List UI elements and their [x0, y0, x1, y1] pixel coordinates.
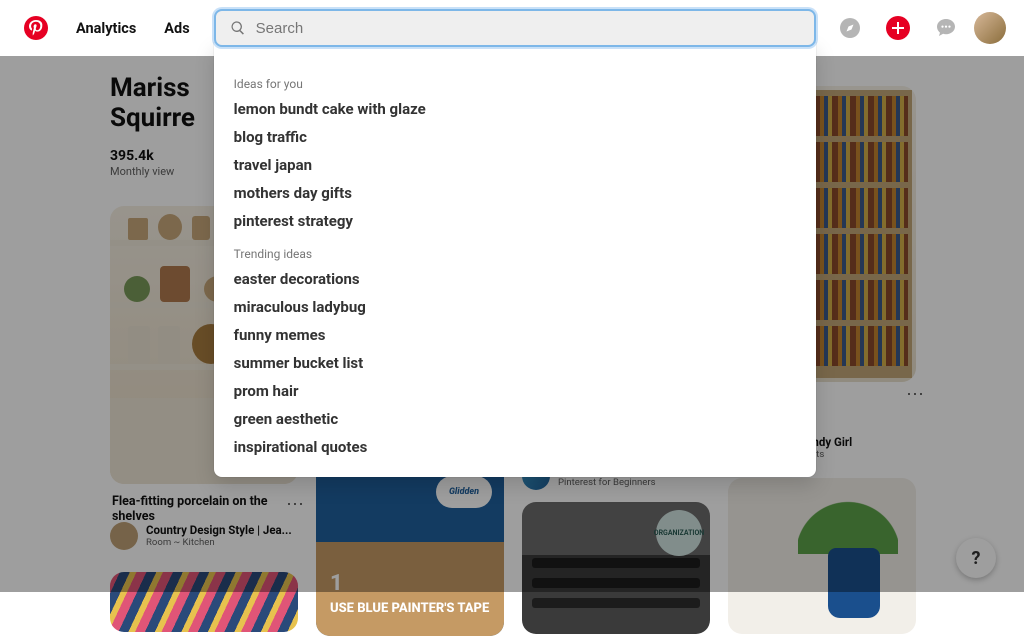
taping-tip: USE BLUE PAINTER'S TAPE [330, 601, 489, 616]
suggestions-heading-trending: Trending ideas [214, 243, 816, 265]
suggestions-heading-ideas: Ideas for you [214, 73, 816, 95]
search-input[interactable] [256, 20, 800, 37]
suggestion-item[interactable]: blog traffic [214, 123, 816, 151]
suggestion-item[interactable]: pinterest strategy [214, 207, 816, 235]
chat-icon[interactable] [926, 8, 966, 48]
compass-icon[interactable] [830, 8, 870, 48]
search-icon [230, 20, 246, 36]
suggestion-item[interactable]: miraculous ladybug [214, 293, 816, 321]
pinterest-logo-icon[interactable] [24, 16, 48, 40]
suggestion-item[interactable]: green aesthetic [214, 405, 816, 433]
add-icon[interactable] [878, 8, 918, 48]
suggestion-item[interactable]: funny memes [214, 321, 816, 349]
nav-analytics[interactable]: Analytics [66, 20, 146, 37]
suggestion-item[interactable]: prom hair [214, 377, 816, 405]
suggestion-item[interactable]: inspirational quotes [214, 433, 816, 461]
search-wrap: Ideas for you lemon bundt cake with glaz… [214, 9, 816, 47]
search-field[interactable] [214, 9, 816, 47]
suggestion-item[interactable]: mothers day gifts [214, 179, 816, 207]
suggestion-item[interactable]: summer bucket list [214, 349, 816, 377]
suggestion-item[interactable]: lemon bundt cake with glaze [214, 95, 816, 123]
suggestion-item[interactable]: travel japan [214, 151, 816, 179]
user-avatar[interactable] [974, 12, 1006, 44]
search-suggestions: Ideas for you lemon bundt cake with glaz… [214, 43, 816, 477]
header: Analytics Ads Ideas for you lemon bundt … [0, 0, 1024, 56]
suggestion-item[interactable]: easter decorations [214, 265, 816, 293]
nav-ads[interactable]: Ads [154, 20, 199, 37]
